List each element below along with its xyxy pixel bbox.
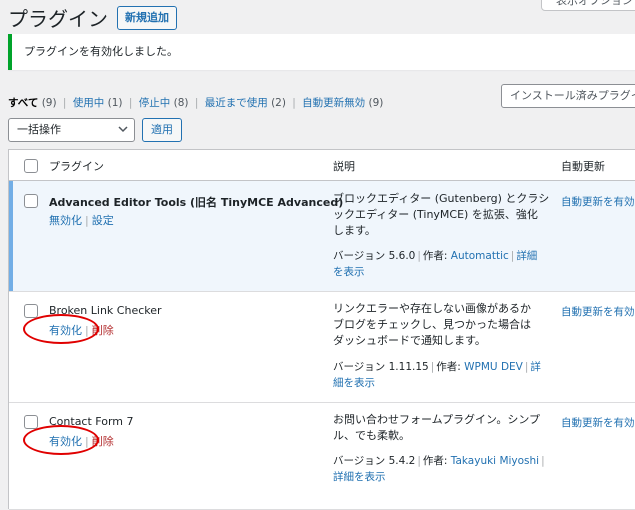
details-link[interactable]: 詳細	[516, 250, 537, 262]
details-link[interactable]: 詳	[530, 361, 541, 373]
filter-active[interactable]: 使用中	[73, 97, 105, 109]
action-separator: |	[85, 214, 89, 227]
plugin-meta: バージョン 5.4.2 | 作者: Takayuki Miyoshi | 詳細を表示	[333, 453, 553, 485]
chevron-down-icon	[118, 119, 128, 150]
success-notice: プラグインを有効化しました。	[8, 34, 635, 70]
filter-separator: |	[62, 97, 67, 109]
plugin-description: お問い合わせフォームプラグイン。シンプ ル、でも柔軟。	[333, 412, 558, 444]
filter-all[interactable]: すべて	[8, 97, 38, 109]
filter-all-count: (9)	[41, 97, 57, 109]
author-label: 作者:	[422, 250, 448, 262]
author-link[interactable]: Takayuki Miyoshi	[451, 455, 539, 467]
author-link[interactable]: WPMU DEV	[464, 361, 523, 373]
description-line: ブロックエディター (Gutenberg) とクラシ	[333, 192, 550, 205]
page-title: プラグイン	[8, 7, 108, 31]
enable-auto-update-link[interactable]: 自動更新を有効化	[561, 194, 635, 209]
table-row: Broken Link Checker 有効化 | 削除 リンクエラーや存在しない画…	[9, 292, 635, 403]
column-description: 説明	[333, 160, 355, 173]
settings-link[interactable]: 設定	[92, 214, 114, 227]
filter-recently-active[interactable]: 最近まで使用	[205, 97, 268, 109]
details-link[interactable]: 詳細を表示	[333, 471, 386, 483]
add-new-button[interactable]: 新規追加	[117, 6, 177, 30]
column-plugin: プラグイン	[49, 160, 104, 173]
plugin-version: バージョン 5.4.2	[333, 455, 416, 467]
plugin-description: ブロックエディター (Gutenberg) とクラシ ックエディター (Tiny…	[333, 191, 558, 239]
plugin-description: リンクエラーや存在しない画像があるか ブログをチェックし、見つかった場合は ダッ…	[333, 301, 558, 349]
details-link-continued[interactable]: 細を表示	[333, 377, 375, 389]
filter-inactive-count: (8)	[173, 97, 189, 109]
meta-separator: |	[430, 361, 435, 373]
highlight-ellipse	[23, 314, 99, 344]
filter-auto-update-disabled-count: (9)	[368, 97, 384, 109]
description-line: ル、でも柔軟。	[333, 429, 410, 442]
meta-separator: |	[541, 455, 545, 467]
author-link[interactable]: Automattic	[451, 250, 509, 262]
select-all-checkbox[interactable]	[24, 159, 38, 173]
plugin-meta: バージョン 1.11.15 | 作者: WPMU DEV | 詳 細を表示	[333, 359, 553, 391]
description-line: ックエディター (TinyMCE) を拡張、強化	[333, 208, 538, 221]
bulk-action-selected: 一括操作	[17, 123, 61, 136]
plugin-version: バージョン 5.6.0	[333, 250, 416, 262]
plugin-meta: バージョン 5.6.0 | 作者: Automattic | 詳細 を表示	[333, 248, 553, 280]
details-link-continued[interactable]: を表示	[333, 266, 365, 278]
filter-active-count: (1)	[107, 97, 123, 109]
highlight-ellipse	[23, 425, 99, 455]
filter-recently-active-count: (2)	[271, 97, 286, 109]
row-checkbox[interactable]	[24, 415, 38, 429]
plugin-version: バージョン 1.11.15	[333, 361, 429, 373]
filter-separator: |	[194, 97, 199, 109]
deactivate-link[interactable]: 無効化	[49, 214, 82, 227]
author-label: 作者:	[436, 361, 461, 373]
description-line: します。	[333, 224, 376, 237]
row-checkbox[interactable]	[24, 194, 38, 208]
filter-auto-update-disabled[interactable]: 自動更新無効	[302, 97, 365, 109]
column-auto-update: 自動更新	[561, 160, 605, 173]
bulk-action-select[interactable]: 一括操作	[8, 118, 135, 142]
plugin-search-input[interactable]: インストール済みプラグインを検索...	[501, 84, 635, 108]
meta-separator: |	[417, 455, 421, 467]
enable-auto-update-link[interactable]: 自動更新を有効化	[561, 304, 635, 319]
description-line: お問い合わせフォームプラグイン。シンプ	[333, 413, 541, 426]
filter-separator: |	[128, 97, 133, 109]
filter-inactive[interactable]: 停止中	[139, 97, 171, 109]
table-row: Advanced Editor Tools (旧名 TinyMCE Advanc…	[9, 181, 635, 292]
status-filters: すべて (9) | 使用中 (1) | 停止中 (8) | 最近まで使用 (2)…	[8, 95, 383, 110]
row-actions: 無効化 | 設定	[49, 212, 114, 228]
meta-separator: |	[510, 250, 515, 262]
meta-separator: |	[417, 250, 421, 262]
plugin-name: Advanced Editor Tools (旧名 TinyMCE Advanc…	[49, 196, 344, 209]
enable-auto-update-link[interactable]: 自動更新を有効化	[561, 415, 635, 430]
author-label: 作者:	[422, 455, 448, 467]
filter-separator: |	[292, 97, 296, 109]
table-row: Contact Form 7 有効化 | 削除 お問い合わせフォームプラグイン。シン…	[9, 403, 635, 510]
description-line: リンクエラーや存在しない画像があるか	[333, 302, 531, 315]
meta-separator: |	[524, 361, 529, 373]
screen-options-tab[interactable]: 表示オプション	[541, 0, 635, 11]
plugins-table: プラグイン 説明 自動更新 Advanced Editor Tools (旧名 …	[8, 149, 635, 510]
apply-button[interactable]: 適用	[142, 118, 182, 142]
description-line: ダッシュボードで通知します。	[333, 334, 486, 347]
description-line: ブログをチェックし、見つかった場合は	[333, 318, 531, 331]
row-checkbox[interactable]	[24, 304, 38, 318]
table-header: プラグイン 説明 自動更新	[9, 150, 635, 181]
notice-message: プラグインを有効化しました。	[24, 45, 178, 58]
